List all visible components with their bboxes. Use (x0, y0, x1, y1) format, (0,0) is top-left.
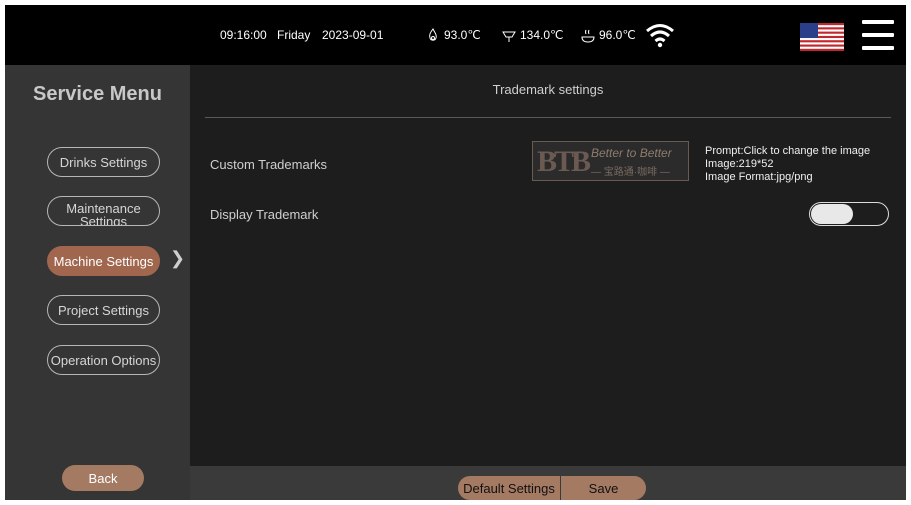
water-temp: 134.0℃ (501, 5, 564, 65)
menu-icon[interactable] (862, 20, 894, 50)
trademark-image[interactable]: BTB Better to Better — 宝路通·咖啡 — (532, 141, 689, 181)
sidebar-item-drinks-settings[interactable]: Drinks Settings (47, 147, 160, 177)
app-frame: 09:16:00 Friday 2023-09-01 93.0℃ 134.0℃ … (5, 5, 906, 500)
custom-trademarks-label: Custom Trademarks (210, 157, 328, 172)
chevron-right-icon: ❯ (170, 248, 186, 268)
trademark-subtitle: — 宝路通·咖啡 — (591, 167, 670, 178)
divider (205, 117, 891, 118)
sidebar-item-operation-options[interactable]: Operation Options (47, 345, 160, 375)
coffee-cup-icon (581, 29, 595, 43)
status-time: 09:16:00 (220, 28, 267, 42)
sidebar-item-maintenance-settings[interactable]: Maintenance Settings (47, 196, 160, 226)
display-trademark-toggle[interactable] (809, 202, 889, 226)
hot-water-icon (502, 31, 516, 42)
image-prompt: Prompt:Click to change the image Image:2… (705, 145, 870, 184)
status-date: 2023-09-01 (322, 28, 384, 42)
prompt-format: Image Format:jpg/png (705, 171, 813, 183)
page-title: Trademark settings (492, 82, 604, 97)
bottom-bar: Default Settings Save (190, 466, 906, 500)
us-flag-icon[interactable] (800, 23, 844, 51)
prompt-line: Prompt:Click to change the image (705, 145, 871, 157)
coffee-temp-value: 96.0℃ (599, 28, 636, 42)
status-day: Friday (277, 28, 311, 42)
steam-icon (429, 27, 437, 41)
steam-temp: 93.0℃ (425, 5, 481, 65)
coffee-temp: 96.0℃ (580, 5, 636, 65)
status-bar: 09:16:00 Friday 2023-09-01 93.0℃ 134.0℃ … (5, 5, 906, 65)
wifi-icon (646, 24, 674, 48)
display-trademark-label: Display Trademark (210, 207, 319, 222)
steam-temp-value: 93.0℃ (444, 28, 481, 42)
back-button[interactable]: Back (62, 465, 144, 491)
trademark-tagline: Better to Better (591, 146, 672, 160)
main-panel: Trademark settings Custom Trademarks BTB… (190, 65, 906, 500)
sidebar-title: Service Menu (33, 83, 162, 105)
default-settings-button[interactable]: Default Settings (458, 476, 560, 500)
sidebar-item-project-settings[interactable]: Project Settings (47, 295, 160, 325)
water-temp-value: 134.0℃ (520, 28, 564, 42)
prompt-size: Image:219*52 (705, 158, 774, 170)
save-button[interactable]: Save (561, 476, 646, 500)
toggle-knob (811, 204, 853, 224)
sidebar-item-machine-settings[interactable]: Machine Settings (47, 246, 160, 276)
trademark-logo: BTB (537, 145, 591, 178)
sidebar: Service Menu Drinks Settings Maintenance… (5, 65, 190, 500)
